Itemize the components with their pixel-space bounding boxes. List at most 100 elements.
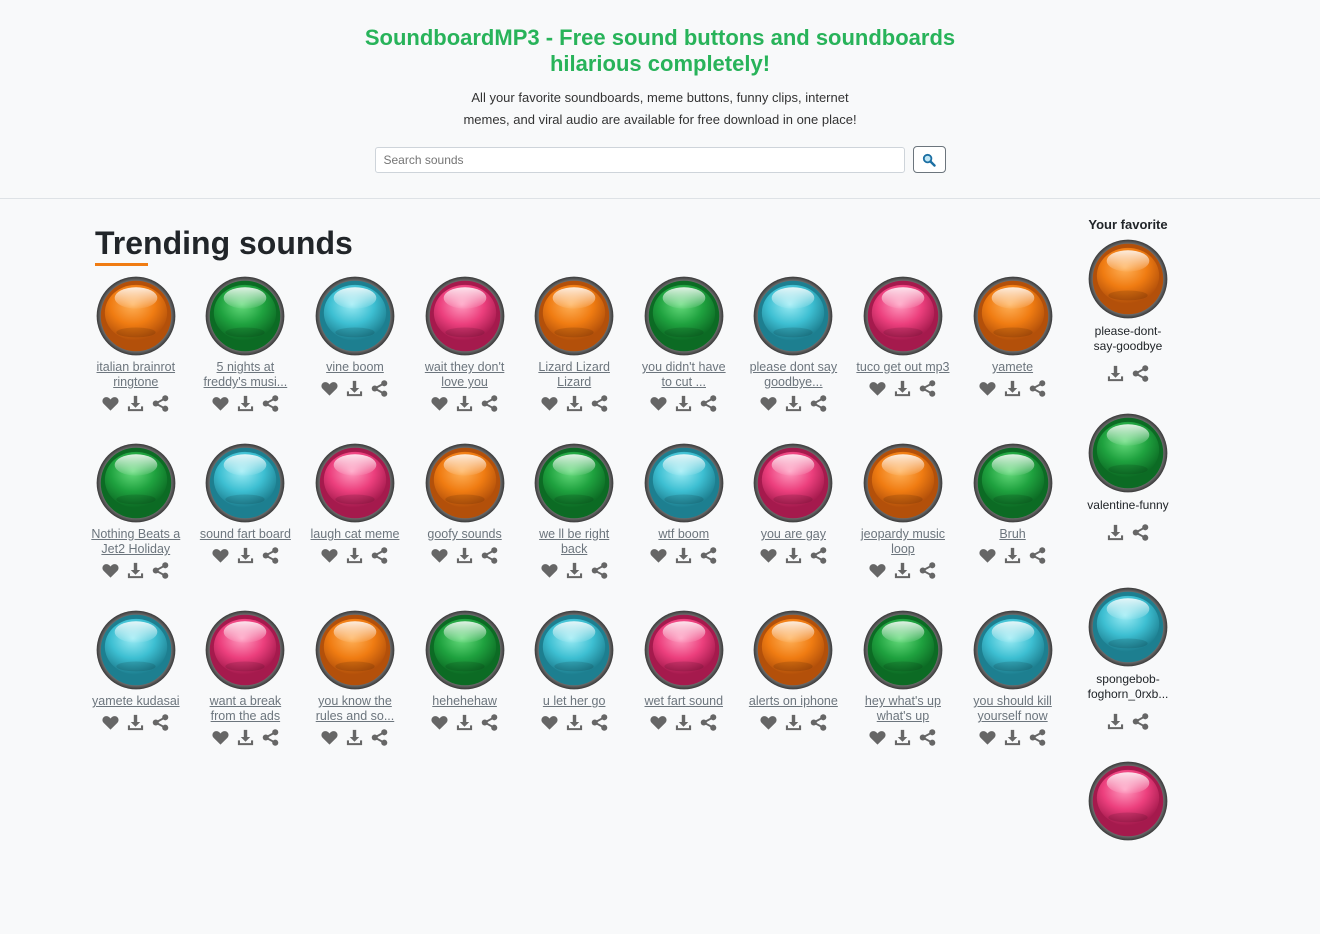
share-icon[interactable]	[1131, 523, 1150, 542]
download-icon[interactable]	[784, 546, 803, 565]
download-icon[interactable]	[345, 728, 364, 747]
sound-title-link[interactable]: yamete kudasai	[88, 694, 184, 709]
download-icon[interactable]	[345, 379, 364, 398]
sound-button-icon[interactable]	[643, 275, 725, 357]
heart-icon[interactable]	[868, 379, 887, 398]
sound-title-link[interactable]: we ll be right back	[526, 527, 622, 557]
download-icon[interactable]	[893, 561, 912, 580]
share-icon[interactable]	[809, 394, 828, 413]
sound-title-link[interactable]: wait they don't love you	[417, 360, 513, 390]
sound-button-icon[interactable]	[972, 609, 1054, 691]
heart-icon[interactable]	[868, 728, 887, 747]
sound-title-link[interactable]: you know the rules and so...	[307, 694, 403, 724]
heart-icon[interactable]	[978, 379, 997, 398]
sound-title-link[interactable]: goofy sounds	[417, 527, 513, 542]
download-icon[interactable]	[236, 546, 255, 565]
sound-button-icon[interactable]	[424, 442, 506, 524]
share-icon[interactable]	[1028, 379, 1047, 398]
heart-icon[interactable]	[978, 546, 997, 565]
share-icon[interactable]	[261, 728, 280, 747]
sound-button-icon[interactable]	[862, 609, 944, 691]
download-icon[interactable]	[345, 546, 364, 565]
download-icon[interactable]	[236, 728, 255, 747]
sound-button-icon[interactable]	[972, 275, 1054, 357]
sound-button-icon[interactable]	[533, 442, 615, 524]
download-icon[interactable]	[1003, 546, 1022, 565]
download-icon[interactable]	[784, 394, 803, 413]
sound-button-icon[interactable]	[424, 609, 506, 691]
share-icon[interactable]	[1028, 728, 1047, 747]
sound-button-icon[interactable]	[95, 275, 177, 357]
sound-button-icon[interactable]	[643, 442, 725, 524]
heart-icon[interactable]	[211, 728, 230, 747]
heart-icon[interactable]	[759, 546, 778, 565]
sound-button-icon[interactable]	[752, 442, 834, 524]
sound-title-link[interactable]: wtf boom	[636, 527, 732, 542]
sound-button-icon[interactable]	[314, 609, 396, 691]
sound-title-link[interactable]: 5 nights at freddy's musi...	[197, 360, 293, 390]
share-icon[interactable]	[809, 546, 828, 565]
sound-button-icon[interactable]	[1087, 586, 1169, 668]
share-icon[interactable]	[480, 713, 499, 732]
sound-title-link[interactable]: you didn't have to cut ...	[636, 360, 732, 390]
share-icon[interactable]	[1131, 364, 1150, 383]
share-icon[interactable]	[370, 546, 389, 565]
sound-button-icon[interactable]	[204, 609, 286, 691]
sound-button-icon[interactable]	[1087, 412, 1169, 494]
sound-title-link[interactable]: wet fart sound	[636, 694, 732, 709]
download-icon[interactable]	[674, 546, 693, 565]
share-icon[interactable]	[590, 394, 609, 413]
heart-icon[interactable]	[320, 728, 339, 747]
share-icon[interactable]	[918, 379, 937, 398]
download-icon[interactable]	[455, 394, 474, 413]
heart-icon[interactable]	[101, 561, 120, 580]
heart-icon[interactable]	[211, 546, 230, 565]
sound-title-link[interactable]: u let her go	[526, 694, 622, 709]
share-icon[interactable]	[370, 379, 389, 398]
download-icon[interactable]	[565, 561, 584, 580]
share-icon[interactable]	[699, 394, 718, 413]
download-icon[interactable]	[893, 728, 912, 747]
share-icon[interactable]	[809, 713, 828, 732]
favorite-title[interactable]: valentine-funny	[1086, 498, 1170, 513]
share-icon[interactable]	[590, 561, 609, 580]
favorite-title[interactable]: spongebob-foghorn_0rxb...	[1086, 672, 1170, 702]
heart-icon[interactable]	[430, 546, 449, 565]
heart-icon[interactable]	[211, 394, 230, 413]
share-icon[interactable]	[370, 728, 389, 747]
download-icon[interactable]	[893, 379, 912, 398]
sound-button-icon[interactable]	[643, 609, 725, 691]
share-icon[interactable]	[261, 394, 280, 413]
sound-title-link[interactable]: Nothing Beats a Jet2 Holiday	[88, 527, 184, 557]
sound-button-icon[interactable]	[752, 609, 834, 691]
share-icon[interactable]	[699, 546, 718, 565]
share-icon[interactable]	[151, 713, 170, 732]
share-icon[interactable]	[480, 546, 499, 565]
sound-title-link[interactable]: tuco get out mp3	[855, 360, 951, 375]
sound-title-link[interactable]: laugh cat meme	[307, 527, 403, 542]
download-icon[interactable]	[674, 713, 693, 732]
download-icon[interactable]	[455, 713, 474, 732]
download-icon[interactable]	[126, 394, 145, 413]
share-icon[interactable]	[151, 394, 170, 413]
share-icon[interactable]	[918, 728, 937, 747]
download-icon[interactable]	[784, 713, 803, 732]
download-icon[interactable]	[1003, 728, 1022, 747]
download-icon[interactable]	[126, 561, 145, 580]
heart-icon[interactable]	[540, 394, 559, 413]
sound-button-icon[interactable]	[1087, 760, 1169, 842]
heart-icon[interactable]	[868, 561, 887, 580]
heart-icon[interactable]	[101, 394, 120, 413]
heart-icon[interactable]	[430, 394, 449, 413]
sound-button-icon[interactable]	[752, 275, 834, 357]
sound-button-icon[interactable]	[204, 442, 286, 524]
heart-icon[interactable]	[540, 713, 559, 732]
sound-title-link[interactable]: you should kill yourself now	[965, 694, 1061, 724]
sound-title-link[interactable]: alerts on iphone	[745, 694, 841, 709]
sound-title-link[interactable]: italian brainrot ringtone	[88, 360, 184, 390]
download-icon[interactable]	[565, 713, 584, 732]
sound-title-link[interactable]: hey what's up what's up	[855, 694, 951, 724]
heart-icon[interactable]	[430, 713, 449, 732]
sound-button-icon[interactable]	[424, 275, 506, 357]
share-icon[interactable]	[261, 546, 280, 565]
